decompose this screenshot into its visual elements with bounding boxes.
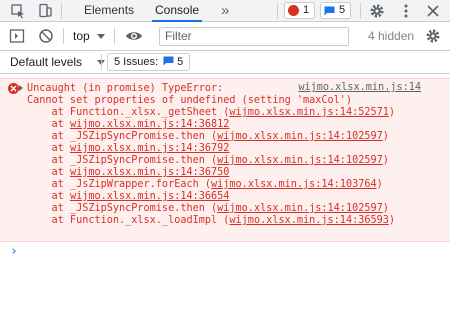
stack-frame: at _JsZipWrapper.forEach (wijmo.xlsx.min… — [27, 179, 383, 191]
stack-frame-text: at Function._xlsx._loadImpl ( — [27, 215, 230, 226]
levels-bar: Default levels 5 Issues: 5 — [0, 51, 450, 74]
issues-button[interactable]: 5 Issues: 5 — [107, 53, 191, 71]
stack-frame-link[interactable]: wijmo.xlsx.min.js:14:102597 — [217, 155, 383, 166]
filter-input[interactable]: Filter — [159, 27, 349, 46]
stack-frame-text: at _JSZipSyncPromise.then ( — [27, 131, 218, 142]
stack-frame-text: at — [27, 143, 70, 154]
stack-frame-link[interactable]: wijmo.xlsx.min.js:14:36792 — [70, 143, 229, 154]
stack-frame: at wijmo.xlsx.min.js:14:36750 — [27, 167, 230, 179]
issues-label: 5 Issues: — [114, 56, 159, 68]
tab-console[interactable]: Console — [152, 0, 203, 22]
chevron-down-icon — [97, 34, 105, 39]
settings-icon[interactable] — [369, 3, 385, 19]
stack-frame-text: at Function._xlsx._getSheet ( — [27, 107, 230, 118]
divider — [114, 28, 115, 44]
stack-frame-link[interactable]: wijmo.xlsx.min.js:14:102597 — [217, 131, 383, 142]
issues-count: 5 — [177, 56, 184, 68]
default-levels-dropdown[interactable]: Default levels — [10, 51, 105, 74]
close-paren: ) — [388, 215, 396, 226]
error-icon — [8, 83, 19, 94]
close-paren: ) — [382, 131, 389, 142]
stack-frame-link[interactable]: wijmo.xlsx.min.js:14:36812 — [70, 119, 229, 130]
console-settings-icon[interactable] — [425, 28, 441, 44]
close-paren: ) — [376, 179, 383, 190]
sidebar-toggle-icon[interactable] — [9, 28, 25, 44]
eye-icon[interactable] — [125, 28, 143, 44]
stack-frame: at _JSZipSyncPromise.then (wijmo.xlsx.mi… — [27, 203, 389, 215]
stack-frame: at _JSZipSyncPromise.then (wijmo.xlsx.mi… — [27, 155, 389, 167]
clear-console-icon[interactable] — [38, 28, 54, 44]
stack-frame-link[interactable]: wijmo.xlsx.min.js:14:36654 — [70, 191, 229, 202]
device-toolbar-icon[interactable] — [37, 3, 53, 19]
stack-frame-text: at _JSZipSyncPromise.then ( — [27, 203, 218, 214]
console-error-message: Uncaught (in promise) TypeError: wijmo.x… — [0, 78, 450, 242]
stack-frame: at Function._xlsx._loadImpl (wijmo.xlsx.… — [27, 215, 395, 227]
stack-frame: at Function._xlsx._getSheet (wijmo.xlsx.… — [27, 107, 395, 119]
error-icon — [288, 5, 299, 16]
inspect-element-icon[interactable] — [10, 3, 26, 19]
stack-frame-text: at — [27, 119, 70, 130]
stack-frame-link[interactable]: wijmo.xlsx.min.js:14:103764 — [211, 179, 377, 190]
divider — [61, 3, 62, 19]
stack-frame: at wijmo.xlsx.min.js:14:36792 — [27, 143, 230, 155]
stack-frame-link[interactable]: wijmo.xlsx.min.js:14:102597 — [217, 203, 383, 214]
divider — [101, 54, 102, 70]
message-count: 5 — [339, 4, 346, 16]
divider — [63, 28, 64, 44]
expand-arrow-icon[interactable] — [19, 85, 23, 91]
divider — [277, 3, 278, 19]
console-toolbar: top Filter 4 hidden — [0, 22, 450, 51]
default-levels-label: Default levels — [10, 55, 83, 69]
hidden-count: 4 hidden — [368, 29, 415, 43]
message-icon — [163, 56, 174, 66]
error-description: Cannot set properties of undefined (sett… — [27, 95, 352, 107]
stack-frame-text: at _JSZipSyncPromise.then ( — [27, 155, 218, 166]
devtools-tabbar: Elements Console » 1 5 — [0, 0, 450, 22]
message-count-badge[interactable]: 5 — [320, 2, 351, 19]
message-icon — [324, 6, 335, 16]
stack-frame-text: at — [27, 191, 70, 202]
stack-frame: at wijmo.xlsx.min.js:14:36812 — [27, 119, 230, 131]
error-title: Uncaught (in promise) TypeError: — [27, 83, 224, 94]
stack-frame-link[interactable]: wijmo.xlsx.min.js:14:52571 — [229, 107, 388, 118]
more-options-icon[interactable] — [398, 3, 414, 19]
console-prompt[interactable]: › — [10, 244, 18, 259]
stack-frame-text: Cannot set properties of undefined (sett… — [27, 95, 353, 106]
tab-elements[interactable]: Elements — [84, 0, 134, 22]
context-value: top — [73, 29, 90, 43]
stack-frame: at _JSZipSyncPromise.then (wijmo.xlsx.mi… — [27, 131, 389, 143]
stack-frame-text: at _JsZipWrapper.forEach ( — [27, 179, 212, 190]
divider — [360, 3, 361, 19]
close-paren: ) — [388, 107, 396, 118]
close-paren: ) — [382, 203, 389, 214]
stack-frame: at wijmo.xlsx.min.js:14:36654 — [27, 191, 230, 203]
source-link[interactable]: wijmo.xlsx.min.js:14 — [298, 82, 421, 93]
error-count: 1 — [303, 4, 310, 16]
more-tabs-button[interactable]: » — [221, 0, 229, 22]
close-icon[interactable] — [425, 3, 441, 19]
stack-frame-text: at — [27, 167, 70, 178]
close-paren: ) — [382, 155, 389, 166]
error-count-badge[interactable]: 1 — [284, 2, 315, 19]
context-selector[interactable]: top — [73, 22, 105, 51]
stack-frame-link[interactable]: wijmo.xlsx.min.js:14:36750 — [70, 167, 229, 178]
stack-frame-link[interactable]: wijmo.xlsx.min.js:14:36593 — [229, 215, 388, 226]
